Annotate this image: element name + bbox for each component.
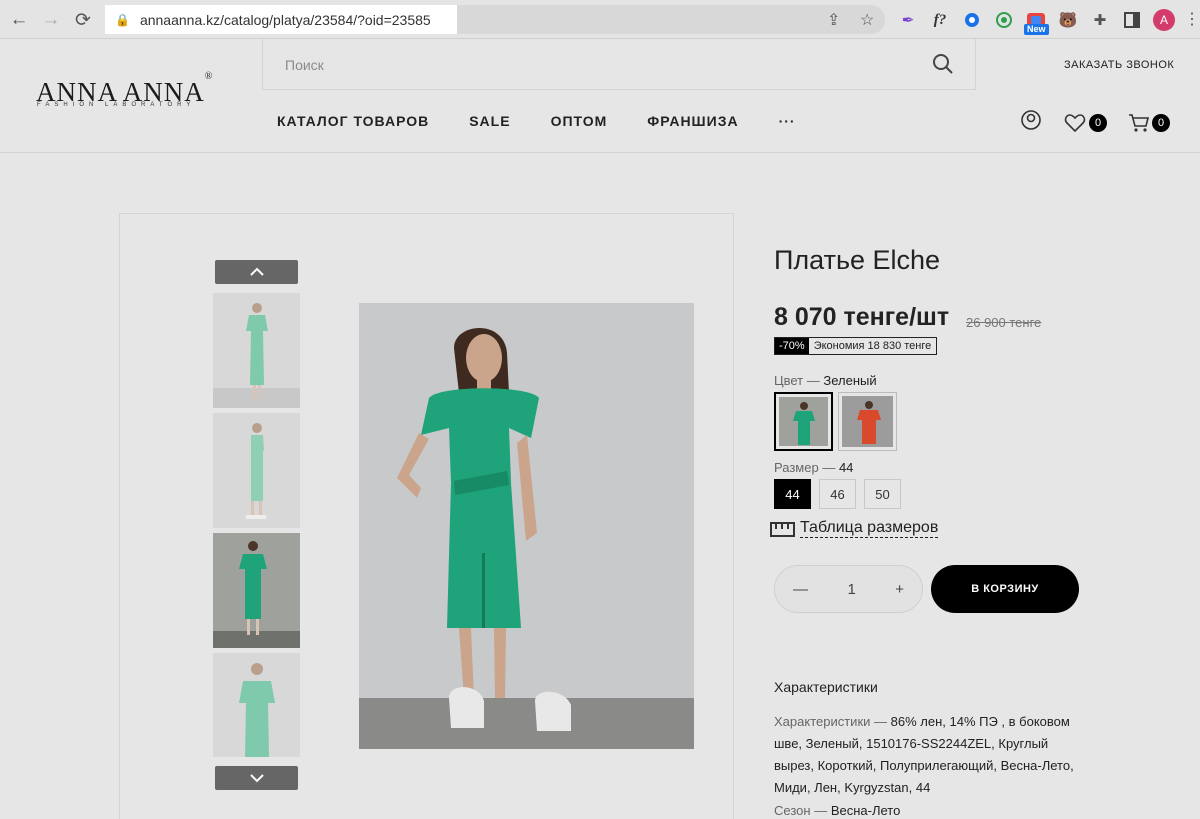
nav-catalog[interactable]: КАТАЛОГ ТОВАРОВ: [277, 113, 429, 129]
color-swatch-red[interactable]: [838, 392, 897, 451]
cart-count-badge: 0: [1152, 114, 1170, 132]
thumbs-up-button[interactable]: [215, 260, 298, 284]
size-label-row: Размер — 44: [774, 460, 853, 475]
thumbs-down-button[interactable]: [215, 766, 298, 790]
nav-wholesale[interactable]: ОПТОМ: [551, 113, 608, 129]
new-badge: New: [1024, 24, 1049, 35]
size-option-44[interactable]: 44: [774, 479, 811, 509]
sidebar-toggle-icon[interactable]: [1122, 10, 1142, 30]
search-placeholder: Поиск: [285, 57, 324, 73]
specs-heading: Характеристики: [774, 679, 878, 695]
main-product-photo[interactable]: [359, 303, 694, 749]
logo-tagline: FASHION LABORATORY: [37, 102, 196, 108]
cart-icon[interactable]: [1128, 113, 1150, 133]
size-table-link[interactable]: Таблица размеров: [770, 519, 939, 538]
green-extension-icon[interactable]: [994, 10, 1014, 30]
product-price: 8 070 тенге/шт: [774, 303, 950, 331]
specs-text: Характеристики — 86% лен, 14% ПЭ , в бок…: [774, 711, 1074, 799]
forward-icon[interactable]: →: [39, 8, 63, 32]
specs-separator: —: [874, 714, 888, 729]
size-option-50[interactable]: 50: [864, 479, 901, 509]
thumbnail-3-image: [213, 541, 300, 648]
search-icon[interactable]: [932, 53, 954, 75]
browser-menu-icon[interactable]: ⋮: [1184, 9, 1200, 29]
thumbnail-4-image: [239, 663, 275, 757]
color-swatch-green[interactable]: [774, 392, 833, 451]
bear-extension-icon[interactable]: 🐻: [1058, 10, 1078, 30]
lock-icon: 🔒: [115, 12, 130, 27]
callback-link[interactable]: ЗАКАЗАТЬ ЗВОНОК: [1064, 59, 1174, 71]
color-separator: —: [806, 373, 820, 388]
nav-franchise[interactable]: ФРАНШИЗА: [647, 113, 738, 129]
size-separator: —: [822, 460, 836, 475]
size-label: Размер: [774, 460, 819, 475]
specs-key: Характеристики: [774, 714, 871, 729]
red-dress-swatch-image: [842, 396, 893, 447]
thumbnail-1[interactable]: [213, 293, 300, 408]
thumbnail-2[interactable]: [213, 413, 300, 528]
back-icon[interactable]: ←: [7, 8, 31, 32]
add-to-cart-button[interactable]: В КОРЗИНУ: [931, 565, 1079, 613]
wishlist-count-badge: 0: [1089, 114, 1107, 132]
share-icon[interactable]: ⇪: [827, 10, 840, 30]
size-value: 44: [838, 460, 854, 475]
account-icon[interactable]: [1020, 109, 1042, 131]
search-input[interactable]: Поиск: [262, 39, 976, 90]
main-nav: КАТАЛОГ ТОВАРОВ SALE ОПТОМ ФРАНШИЗА ···: [277, 113, 836, 129]
feather-extension-icon[interactable]: ✒: [898, 10, 918, 30]
season-key: Сезон: [774, 803, 811, 818]
qty-minus-button[interactable]: —: [793, 581, 808, 598]
thumbnail-4[interactable]: [213, 653, 300, 757]
bookmark-star-icon[interactable]: ☆: [860, 10, 874, 30]
color-label: Цвет: [774, 373, 804, 388]
blue-extension-icon[interactable]: [962, 10, 982, 30]
browser-toolbar: ← → ⟳ 🔒 annaanna.kz/catalog/platya/23584…: [0, 0, 1200, 39]
color-label-row: Цвет — Зеленый: [774, 373, 877, 388]
color-value: Зеленый: [823, 373, 877, 388]
quantity-stepper: — 1 +: [774, 565, 923, 613]
size-table-label: Таблица размеров: [800, 519, 939, 538]
profile-avatar[interactable]: A: [1153, 9, 1175, 31]
nav-more[interactable]: ···: [779, 113, 796, 129]
season-separator: —: [814, 803, 828, 818]
product-title: Платье Elche: [774, 245, 941, 275]
chevron-down-icon: [249, 774, 264, 783]
wishlist-heart-icon[interactable]: [1064, 113, 1086, 133]
main-photo-image: [359, 303, 694, 749]
old-price: 26 900 тенге: [966, 315, 1042, 330]
logo-registered-mark: ®: [204, 71, 214, 82]
nav-sale[interactable]: SALE: [469, 113, 510, 129]
url-field[interactable]: 🔒 annaanna.kz/catalog/platya/23584/?oid=…: [105, 5, 457, 34]
season-value: Весна-Лето: [830, 803, 901, 818]
thumbnail-1-image: [213, 303, 300, 408]
reload-icon[interactable]: ⟳: [71, 8, 95, 32]
thumbnail-3-selected[interactable]: [213, 533, 300, 648]
puzzle-extensions-icon[interactable]: ✚: [1090, 10, 1110, 30]
chevron-up-icon: [249, 267, 264, 276]
qty-plus-button[interactable]: +: [895, 581, 904, 598]
ruler-icon: [770, 521, 795, 537]
savings-text: Экономия 18 830 тенге: [808, 338, 937, 354]
discount-badge: -70% Экономия 18 830 тенге: [774, 337, 938, 355]
season-row: Сезон — Весна-Лето: [774, 803, 900, 818]
qty-value[interactable]: 1: [847, 581, 855, 598]
font-extension-icon[interactable]: f?: [930, 10, 950, 30]
url-text: annaanna.kz/catalog/platya/23584/?oid=23…: [139, 11, 431, 28]
green-dress-swatch-image: [779, 397, 828, 446]
size-option-46[interactable]: 46: [819, 479, 856, 509]
site-header: ANNA ANNA® FASHION LABORATORY Поиск ЗАКА…: [0, 39, 1200, 153]
thumbnail-2-image: [246, 423, 266, 519]
discount-percent: -70%: [775, 338, 809, 354]
